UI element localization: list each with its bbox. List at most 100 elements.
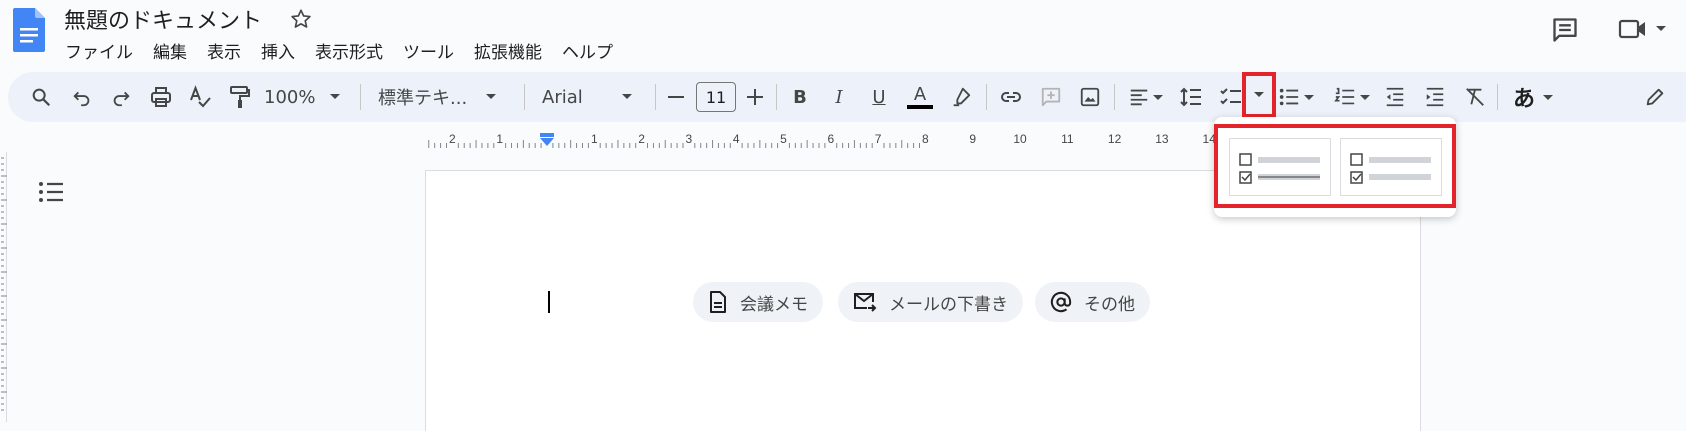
chevron-down-icon	[1304, 94, 1314, 100]
input-tools-select[interactable]: あ	[1508, 80, 1558, 114]
chevron-down-icon	[621, 94, 632, 99]
ruler-number: 3	[686, 132, 693, 146]
italic-label: I	[835, 86, 843, 108]
chevron-down-icon	[1152, 94, 1163, 100]
redo-icon[interactable]	[106, 80, 136, 114]
italic-button[interactable]: I	[824, 80, 854, 114]
decrease-font-size-button[interactable]	[664, 80, 688, 114]
ruler-number: 2	[638, 132, 645, 146]
divider	[360, 84, 361, 110]
font-size-input[interactable]: 11	[696, 82, 736, 112]
search-menus-icon[interactable]	[26, 80, 56, 114]
menu-file[interactable]: ファイル	[65, 38, 133, 63]
ruler-number: 11	[1061, 132, 1074, 146]
star-icon[interactable]	[290, 8, 312, 30]
underline-label: U	[872, 86, 886, 108]
bold-button[interactable]: B	[785, 80, 815, 114]
zoom-select[interactable]: 100%	[264, 80, 346, 114]
document-icon	[710, 291, 726, 313]
document-outline-icon[interactable]	[38, 180, 64, 204]
align-left-icon	[1130, 89, 1147, 106]
underline-button[interactable]: U	[864, 80, 894, 114]
chevron-down-icon	[1543, 94, 1553, 100]
divider	[524, 84, 525, 110]
text-color-swatch	[907, 105, 933, 109]
ruler-number: 1	[496, 132, 503, 146]
add-comment-icon[interactable]	[1036, 80, 1066, 114]
clear-formatting-icon[interactable]	[1460, 80, 1490, 114]
email-forward-icon	[854, 293, 877, 312]
more-chips-label: その他	[1084, 294, 1135, 315]
divider	[776, 84, 777, 110]
chevron-down-icon	[486, 94, 497, 99]
ruler-number: 5	[780, 132, 787, 146]
at-sign-icon	[1050, 291, 1072, 313]
comments-icon[interactable]	[1551, 16, 1579, 44]
ruler-number: 8	[922, 132, 929, 146]
ruler-number: 12	[1108, 132, 1122, 146]
decrease-indent-icon[interactable]	[1380, 80, 1410, 114]
chevron-down-icon	[1254, 92, 1264, 97]
left-indent-marker[interactable]	[539, 133, 555, 147]
meeting-notes-chip[interactable]: 会議メモ	[693, 282, 823, 322]
chevron-down-icon	[1360, 94, 1370, 100]
checklist-option-strikethrough[interactable]	[1229, 138, 1331, 196]
increase-indent-icon[interactable]	[1420, 80, 1450, 114]
input-tools-label: あ	[1512, 87, 1535, 112]
zoom-value: 100%	[264, 86, 316, 108]
more-chips-button[interactable]: その他	[1035, 282, 1150, 322]
checklist-plain-preview	[1350, 153, 1431, 184]
menu-tools[interactable]: ツール	[403, 38, 454, 63]
align-select[interactable]	[1123, 80, 1167, 114]
bold-label: B	[793, 86, 807, 108]
menu-bar: ファイル 編集 表示 挿入 表示形式 ツール 拡張機能 ヘルプ	[65, 38, 633, 63]
chevron-down-icon	[1656, 26, 1666, 31]
ruler-number: 13	[1155, 132, 1169, 146]
meeting-notes-label: 会議メモ	[740, 294, 808, 315]
checklist-option-plain[interactable]	[1340, 138, 1442, 196]
ruler-number: 6	[827, 132, 834, 146]
insert-image-icon[interactable]	[1075, 80, 1105, 114]
bulleted-list-icon	[1279, 88, 1299, 106]
divider	[1114, 84, 1115, 110]
edit-mode-pencil-icon[interactable]	[1640, 80, 1670, 114]
ruler-number: 9	[969, 132, 976, 146]
bulleted-list-select[interactable]	[1274, 80, 1318, 114]
line-spacing-icon[interactable]	[1176, 80, 1206, 114]
ruler-number: 10	[1013, 132, 1027, 146]
menu-extensions[interactable]: 拡張機能	[474, 38, 542, 63]
text-color-label: A	[913, 84, 927, 105]
menu-help[interactable]: ヘルプ	[562, 38, 613, 63]
menu-insert[interactable]: 挿入	[261, 38, 295, 63]
spellcheck-icon[interactable]	[185, 80, 215, 114]
meet-button[interactable]	[1618, 15, 1668, 43]
vertical-ruler	[1, 157, 7, 411]
document-title[interactable]: 無題のドキュメント	[64, 3, 262, 35]
numbered-list-select[interactable]	[1330, 80, 1374, 114]
increase-font-size-button[interactable]	[742, 80, 768, 114]
chevron-down-icon	[330, 94, 341, 99]
menu-edit[interactable]: 編集	[153, 38, 187, 63]
text-color-button[interactable]: A	[905, 80, 935, 114]
style-select[interactable]: 標準テキ...	[378, 80, 510, 114]
font-value: Arial	[542, 86, 583, 108]
highlight-color-icon[interactable]	[946, 80, 976, 114]
ruler-number: 1	[591, 132, 598, 146]
numbered-list-icon	[1334, 87, 1355, 105]
divider	[986, 84, 987, 110]
checklist-icon	[1220, 88, 1241, 105]
print-icon[interactable]	[146, 80, 176, 114]
checklist-menu-button[interactable]	[1242, 72, 1276, 118]
video-camera-icon	[1618, 19, 1645, 39]
ruler-number: 4	[733, 132, 740, 146]
undo-icon[interactable]	[67, 80, 97, 114]
menu-format[interactable]: 表示形式	[315, 38, 383, 63]
checklist-strikethrough-preview	[1239, 153, 1320, 184]
text-cursor	[548, 291, 550, 313]
insert-link-icon[interactable]	[996, 80, 1026, 114]
docs-logo-icon[interactable]	[13, 8, 45, 52]
menu-view[interactable]: 表示	[207, 38, 241, 63]
email-draft-chip[interactable]: メールの下書き	[838, 282, 1023, 322]
paint-format-icon[interactable]	[225, 80, 255, 114]
font-select[interactable]: Arial	[542, 80, 652, 114]
